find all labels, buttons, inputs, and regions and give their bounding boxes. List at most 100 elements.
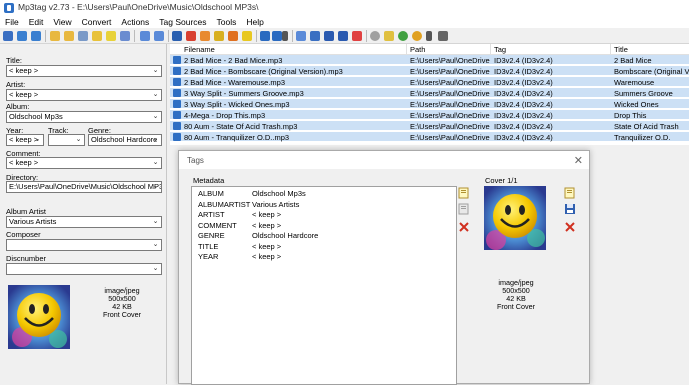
save-cover-icon[interactable] <box>564 203 576 215</box>
menu-tools[interactable]: Tools <box>212 17 242 27</box>
chevron-down-icon[interactable] <box>426 31 432 41</box>
cover-art-image[interactable] <box>8 285 70 349</box>
chevron-down-icon[interactable]: ⌄ <box>151 159 160 167</box>
metadata-key[interactable]: YEAR <box>198 252 218 261</box>
chevron-down-icon[interactable]: ⌄ <box>151 91 160 99</box>
metadata-key[interactable]: ALBUMARTIST <box>198 200 250 209</box>
tag-filename-icon[interactable] <box>140 31 150 41</box>
metadata-key[interactable]: ARTIST <box>198 210 225 219</box>
export-icon[interactable] <box>106 31 116 41</box>
metadata-list[interactable]: ALBUM Oldschool Mp3s ALBUMARTIST Various Ar… <box>191 186 457 385</box>
freedb-icon[interactable] <box>186 31 196 41</box>
metadata-value[interactable]: Various Artists <box>252 200 299 209</box>
metadata-key[interactable]: GENRE <box>198 231 225 240</box>
dialog-cover-art-image[interactable] <box>484 186 546 250</box>
mp3-file-icon <box>173 56 181 64</box>
directory-field[interactable]: E:\Users\Paul\OneDrive\Music\Oldschool M… <box>6 181 162 193</box>
chevron-down-icon[interactable]: ⌄ <box>151 136 160 144</box>
chevron-down-icon[interactable]: ⌄ <box>151 241 160 249</box>
composer-field[interactable]: ⌄ <box>6 239 162 251</box>
column-filename[interactable]: Filename <box>184 45 215 54</box>
chevron-down-icon[interactable]: ⌄ <box>33 136 42 144</box>
filter-icon[interactable] <box>272 31 282 41</box>
table-row[interactable]: 80 Aum - Tranquilizer O.D..mp3 E:\Users\P… <box>170 132 689 142</box>
add-cover-icon[interactable] <box>564 187 576 199</box>
metadata-label: Metadata <box>193 176 225 185</box>
close-icon[interactable]: ✕ <box>574 154 583 167</box>
web-icon[interactable] <box>398 31 408 41</box>
metadata-key[interactable]: ALBUM <box>198 189 224 198</box>
year-field[interactable]: < keep > ⌄ <box>6 134 44 146</box>
view-icon[interactable] <box>242 31 252 41</box>
table-row[interactable]: 3 Way Split - Summers Groove.mp3 E:\Users… <box>170 88 689 98</box>
import-icon[interactable] <box>120 31 130 41</box>
column-path[interactable]: Path <box>410 45 425 54</box>
table-row[interactable]: 2 Bad Mice - Bombscare (Original Version… <box>170 66 689 76</box>
table-row[interactable]: 2 Bad Mice - 2 Bad Mice.mp3 E:\Users\Paul… <box>170 55 689 65</box>
metadata-value[interactable]: < keep > <box>252 252 281 261</box>
redo-icon[interactable] <box>31 31 41 41</box>
disc-icon[interactable] <box>370 31 380 41</box>
folder-open-icon[interactable] <box>50 31 60 41</box>
metadata-value[interactable]: < keep > <box>252 242 281 251</box>
menu-actions[interactable]: Actions <box>116 17 154 27</box>
favorites-icon[interactable] <box>92 31 102 41</box>
dropdown-icon[interactable] <box>228 31 238 41</box>
chevron-down-icon[interactable]: ⌄ <box>151 265 160 273</box>
edit-field-icon[interactable] <box>458 203 470 215</box>
album-field[interactable]: Oldschool Mp3s ⌄ <box>6 111 162 123</box>
chevron-down-icon[interactable]: ⌄ <box>151 113 160 121</box>
column-tag[interactable]: Tag <box>494 45 506 54</box>
menu-help[interactable]: Help <box>241 17 268 27</box>
discnumber-field[interactable]: ⌄ <box>6 263 162 275</box>
table-row[interactable]: 80 Aum - State Of Acid Trash.mp3 E:\Users… <box>170 121 689 131</box>
playlist-icon[interactable] <box>78 31 88 41</box>
globe-icon[interactable] <box>338 31 348 41</box>
menu-file[interactable]: File <box>0 17 24 27</box>
grid-icon[interactable] <box>260 31 270 41</box>
metadata-key[interactable]: TITLE <box>198 242 218 251</box>
table-row[interactable]: 2 Bad Mice - Waremouse.mp3 E:\Users\Paul\… <box>170 77 689 87</box>
chevron-down-icon[interactable]: ⌄ <box>74 136 83 144</box>
sun-icon[interactable] <box>412 31 422 41</box>
menu-edit[interactable]: Edit <box>24 17 49 27</box>
columns-icon[interactable] <box>282 31 288 41</box>
settings-icon[interactable] <box>324 31 334 41</box>
cell-path: E:\Users\Paul\OneDrive... <box>410 133 490 142</box>
track-field[interactable]: ⌄ <box>48 134 85 146</box>
delete-field-icon[interactable] <box>458 221 470 233</box>
menu-tag-sources[interactable]: Tag Sources <box>154 17 211 27</box>
chevron-down-icon[interactable]: ⌄ <box>151 218 160 226</box>
metadata-value[interactable]: < keep > <box>252 210 281 219</box>
text-file-tag-icon[interactable] <box>172 31 182 41</box>
album-artist-field[interactable]: Various Artists ⌄ <box>6 216 162 228</box>
comment-field[interactable]: < keep > ⌄ <box>6 157 162 169</box>
chevron-down-icon[interactable]: ⌄ <box>151 183 160 191</box>
table-row[interactable]: 4-Mega - Drop This.mp3 E:\Users\Paul\OneD… <box>170 110 689 120</box>
metadata-value[interactable]: < keep > <box>252 221 281 230</box>
menu-view[interactable]: View <box>48 17 76 27</box>
artist-field[interactable]: < keep > ⌄ <box>6 89 162 101</box>
genre-field[interactable]: Oldschool Hardcore ⌄ <box>88 134 162 146</box>
column-title[interactable]: Title <box>614 45 628 54</box>
track-icon[interactable] <box>310 31 320 41</box>
metadata-value[interactable]: Oldschool Hardcore <box>252 231 318 240</box>
folder-icon[interactable] <box>384 31 394 41</box>
metadata-value[interactable]: Oldschool Mp3s <box>252 189 306 198</box>
wrench-icon[interactable] <box>352 31 362 41</box>
menu-convert[interactable]: Convert <box>77 17 117 27</box>
table-row[interactable]: 3 Way Split - Wicked Ones.mp3 E:\Users\Pa… <box>170 99 689 109</box>
undo-icon[interactable] <box>17 31 27 41</box>
title-field[interactable]: < keep > ⌄ <box>6 65 162 77</box>
tool-wrench-icon[interactable] <box>438 31 448 41</box>
tags-icon[interactable] <box>296 31 306 41</box>
add-field-icon[interactable] <box>458 187 470 199</box>
delete-cover-icon[interactable] <box>564 221 576 233</box>
save-icon[interactable] <box>3 31 13 41</box>
metadata-key[interactable]: COMMENT <box>198 221 237 230</box>
chevron-down-icon[interactable]: ⌄ <box>151 67 160 75</box>
actions-icon[interactable] <box>214 31 224 41</box>
case-conversion-icon[interactable] <box>200 31 210 41</box>
folder-add-icon[interactable] <box>64 31 74 41</box>
filename-tag-icon[interactable] <box>154 31 164 41</box>
